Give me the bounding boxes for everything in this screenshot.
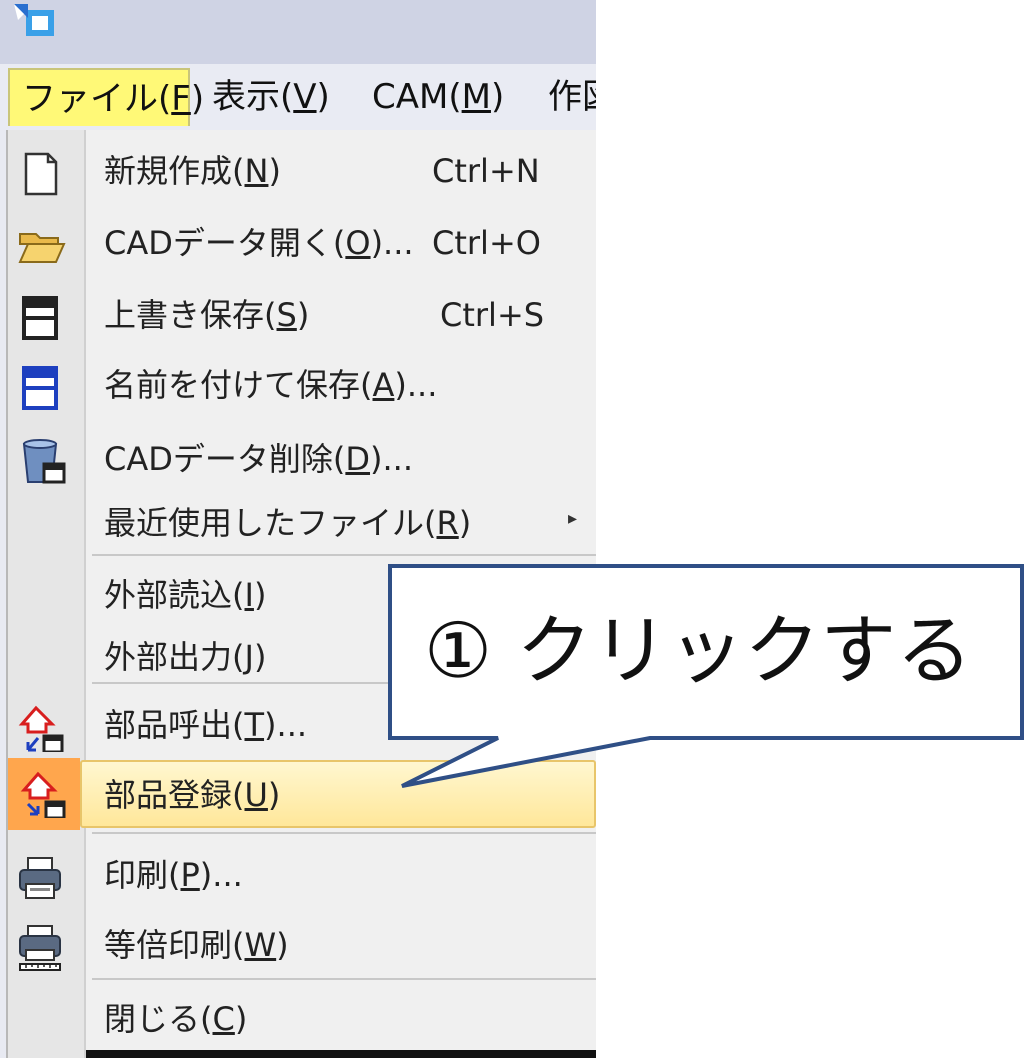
app-logo-icon — [14, 4, 54, 36]
menu-item-open[interactable]: CADデータ開く(O)... Ctrl+O — [8, 210, 596, 276]
menu-item-label: 名前を付けて保存(A)... — [104, 366, 438, 404]
part-register-icon — [20, 771, 66, 818]
submenu-arrow-icon: ▸ — [568, 508, 578, 529]
folder-open-icon — [18, 233, 66, 263]
menu-item-label: 部品登録(U) — [104, 776, 281, 814]
menu-separator — [92, 832, 596, 834]
menu-item-label: 等倍印刷(W) — [104, 926, 289, 964]
menu-item-label: 最近使用したファイル(R) — [104, 504, 472, 542]
menu-item-delete[interactable]: CADデータ削除(D)... — [8, 426, 596, 492]
menu-draw[interactable]: 作図 — [548, 68, 596, 126]
menu-file[interactable]: ファイル(F) — [8, 68, 204, 126]
print-icon — [19, 857, 61, 899]
shortcut-label: Ctrl+S — [440, 296, 545, 334]
menu-item-save[interactable]: 上書き保存(S) Ctrl+S — [8, 282, 596, 348]
menu-item-label: 上書き保存(S) — [104, 296, 310, 334]
menu-bar: ファイル(F) 表示(V) CAM(M) 作図 — [0, 64, 596, 130]
application-window: ファイル(F) 表示(V) CAM(M) 作図 新規作成(N) Ctrl+N — [0, 0, 596, 1058]
shortcut-label: Ctrl+N — [432, 152, 540, 190]
actual-size-print-icon — [19, 925, 61, 971]
menu-view[interactable]: 表示(V) — [212, 68, 330, 126]
menu-item-close[interactable]: 閉じる(C) — [8, 986, 596, 1052]
menu-item-save-as[interactable]: 名前を付けて保存(A)... — [8, 352, 596, 418]
file-menu-dropdown: 新規作成(N) Ctrl+N CADデータ開く(O)... Ctrl+O 上書き… — [6, 130, 596, 1058]
new-document-icon — [24, 152, 58, 196]
menu-cam[interactable]: CAM(M) — [372, 68, 504, 126]
menu-item-label: 新規作成(N) — [104, 152, 281, 190]
shortcut-label: Ctrl+O — [432, 224, 541, 262]
menu-item-part-register[interactable]: 部品登録(U) — [80, 760, 596, 828]
hover-icon-box — [8, 758, 80, 830]
menu-item-new[interactable]: 新規作成(N) Ctrl+N — [8, 138, 596, 204]
title-bar — [0, 0, 596, 64]
menu-item-actual-size-print[interactable]: 等倍印刷(W) — [8, 912, 596, 978]
menu-item-print[interactable]: 印刷(P)... — [8, 842, 596, 908]
menu-item-label: CADデータ開く(O)... — [104, 224, 414, 262]
menu-item-label: 印刷(P)... — [104, 856, 243, 894]
window-bottom-edge — [86, 1050, 596, 1058]
menu-separator — [92, 554, 596, 556]
save-as-icon — [22, 366, 58, 410]
menu-item-label: 外部読込(I) — [104, 576, 267, 614]
menu-item-label: 部品呼出(T)... — [104, 706, 308, 744]
menu-item-recent-files[interactable]: 最近使用したファイル(R) ▸ — [8, 490, 596, 556]
menu-item-label: CADデータ削除(D)... — [104, 440, 414, 478]
menu-separator — [92, 978, 596, 980]
callout-text: ① クリックする — [424, 606, 973, 695]
delete-data-icon — [22, 439, 66, 484]
save-icon — [22, 296, 58, 340]
menu-item-label: 外部出力(J) — [104, 638, 267, 676]
menu-item-label: 閉じる(C) — [104, 1000, 248, 1038]
part-call-icon — [18, 705, 64, 752]
